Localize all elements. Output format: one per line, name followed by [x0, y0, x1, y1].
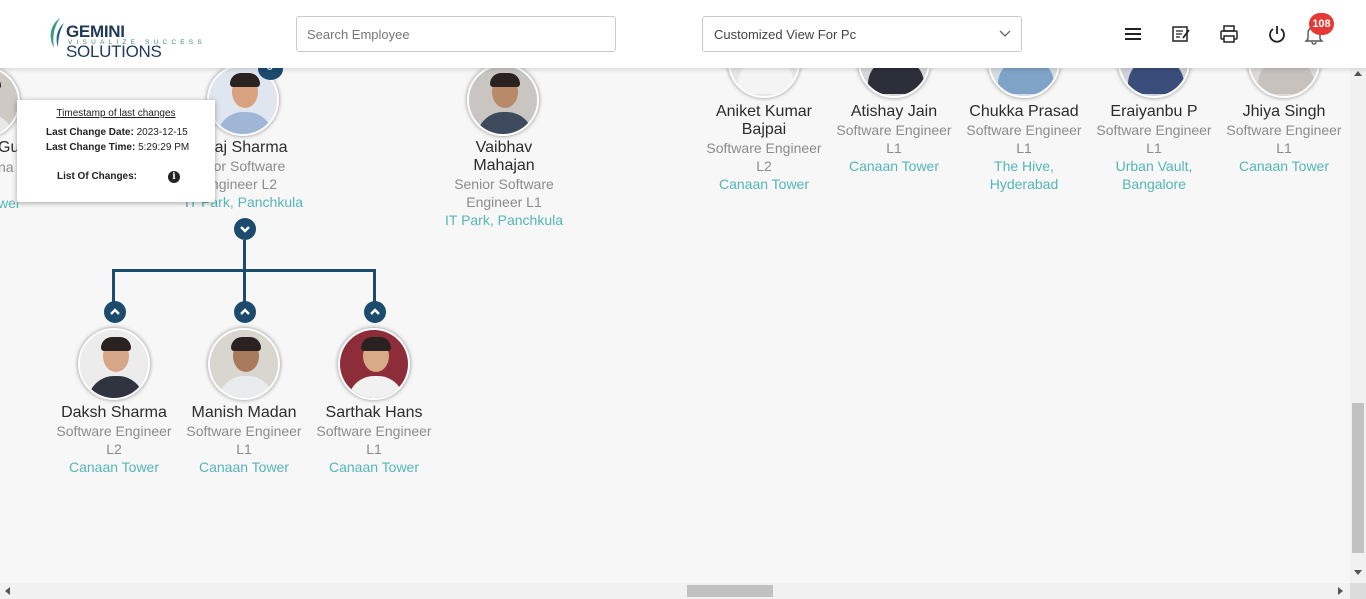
employee-name: Vaibhav — [475, 139, 533, 156]
connector-line — [112, 269, 115, 303]
avatar[interactable] — [78, 328, 150, 400]
employee-title: Software Engineer — [836, 122, 952, 138]
employee-card[interactable]: Vaibhav Mahajan Senior Software Engineer… — [434, 139, 574, 229]
employee-name: Aniket Kumar — [715, 103, 813, 120]
expand-toggle[interactable] — [364, 301, 386, 323]
employee-name: Daksh Sharma — [61, 404, 167, 421]
partial-employee-title: na — [0, 159, 14, 175]
employee-card[interactable]: Chukka Prasad Software Engineer L1 The H… — [954, 103, 1094, 193]
employee-title: L1 — [366, 441, 382, 457]
employee-location: IT Park, Panchkula — [444, 212, 564, 228]
print-icon[interactable] — [1217, 22, 1241, 46]
vertical-scrollbar[interactable] — [1350, 68, 1366, 583]
menu-icon[interactable] — [1121, 22, 1145, 46]
employee-title: Software Engineer — [1096, 122, 1212, 138]
employee-location: Canaan Tower — [198, 459, 290, 475]
info-icon[interactable]: i — [168, 171, 180, 183]
notes-icon[interactable] — [1169, 22, 1193, 46]
tooltip-title: Timestamp of last changes — [56, 108, 176, 119]
employee-name: Jhiya Singh — [1242, 103, 1326, 120]
chevron-up-icon — [240, 308, 250, 315]
employee-title: Senior Software — [454, 176, 554, 192]
employee-title: L1 — [1276, 140, 1292, 156]
employee-title: L1 — [1146, 140, 1162, 156]
avatar[interactable] — [338, 328, 410, 400]
employee-name: Chukka Prasad — [969, 103, 1079, 120]
employee-name: Mahajan — [473, 157, 535, 174]
employee-name: Manish Madan — [191, 404, 297, 421]
view-select[interactable]: Customized View For Pc — [702, 16, 1022, 52]
chevron-down-icon — [999, 30, 1011, 37]
scroll-right-icon[interactable] — [1338, 587, 1344, 595]
employee-title: Software Engineer — [706, 140, 822, 156]
logo-tagline: VISUALIZE SUCCESS — [68, 39, 206, 46]
scroll-down-icon[interactable] — [1354, 570, 1362, 576]
avatar[interactable] — [858, 68, 930, 98]
chevron-up-icon — [110, 308, 120, 315]
horizontal-scroll-thumb[interactable] — [687, 585, 773, 597]
connector-line — [373, 269, 376, 303]
avatar[interactable] — [1118, 68, 1190, 98]
top-header: GEMINI SOLUTIONS VISUALIZE SUCCESS Custo… — [0, 0, 1366, 68]
employee-location: Bangalore — [1122, 176, 1186, 192]
vertical-scroll-thumb[interactable] — [1352, 403, 1364, 553]
expand-toggle[interactable] — [234, 301, 256, 323]
scroll-up-icon[interactable] — [1354, 70, 1362, 76]
employee-title: Software Engineer — [186, 423, 302, 439]
employee-card[interactable]: Manish Madan Software Engineer L1 Canaan… — [174, 404, 314, 476]
employee-title: Engineer L1 — [466, 194, 542, 210]
employee-name: Bajpai — [741, 121, 787, 138]
leaf-logo-icon — [50, 18, 64, 48]
employee-name: Eraiyanbu P — [1110, 103, 1198, 120]
expand-toggle[interactable] — [104, 301, 126, 323]
employee-title: Software Engineer — [966, 122, 1082, 138]
chevron-up-icon — [370, 308, 380, 315]
avatar[interactable] — [208, 328, 280, 400]
notification-badge: 108 — [1309, 13, 1334, 35]
list-of-changes-label: List Of Changes: — [57, 171, 138, 182]
scrollbar-corner — [1350, 583, 1366, 599]
connector-line — [243, 269, 246, 303]
employee-title: Software Engineer — [1226, 122, 1342, 138]
employee-title: Software Engineer — [316, 423, 432, 439]
employee-location: Canaan Tower — [718, 176, 810, 192]
chevron-down-icon — [240, 226, 250, 233]
avatar[interactable] — [467, 68, 539, 136]
employee-location: Canaan Tower — [848, 158, 940, 174]
gemini-logo[interactable]: GEMINI SOLUTIONS VISUALIZE SUCCESS — [46, 17, 216, 61]
horizontal-scrollbar[interactable] — [0, 583, 1350, 599]
employee-card[interactable]: Sarthak Hans Software Engineer L1 Canaan… — [304, 404, 444, 476]
collapse-toggle[interactable] — [234, 218, 256, 240]
avatar[interactable] — [728, 68, 800, 98]
connector-line — [243, 240, 246, 271]
employee-title: Software Engineer — [56, 423, 172, 439]
employee-title: L1 — [1016, 140, 1032, 156]
employee-name: Atishay Jain — [850, 103, 938, 120]
last-change-date: Last Change Date: 2023-12-15 — [46, 127, 188, 138]
employee-location: Canaan Tower — [328, 459, 420, 475]
employee-title: L1 — [236, 441, 252, 457]
employee-title: L2 — [756, 158, 772, 174]
avatar[interactable] — [1248, 68, 1320, 98]
view-select-value: Customized View For Pc — [714, 27, 857, 42]
employee-card[interactable]: Aniket Kumar Bajpai Software Engineer L2… — [694, 103, 834, 193]
employee-location: Canaan Tower — [68, 459, 160, 475]
employee-location: The Hive, — [994, 158, 1054, 174]
employee-location: Urban Vault, — [1115, 158, 1193, 174]
employee-title: L2 — [106, 441, 122, 457]
employee-card[interactable]: Atishay Jain Software Engineer L1 Canaan… — [824, 103, 964, 175]
last-change-tooltip: Timestamp of last changes Last Change Da… — [17, 100, 215, 202]
power-icon[interactable] — [1265, 22, 1289, 46]
last-change-time: Last Change Time: 5:29:29 PM — [46, 142, 190, 153]
employee-card[interactable]: Daksh Sharma Software Engineer L2 Canaan… — [44, 404, 184, 476]
scroll-left-icon[interactable] — [4, 587, 10, 595]
employee-location: Canaan Tower — [1238, 158, 1330, 174]
search-employee-input[interactable] — [296, 16, 616, 52]
employee-location: Hyderabad — [989, 176, 1059, 192]
employee-card[interactable]: Jhiya Singh Software Engineer L1 Canaan … — [1214, 103, 1350, 175]
employee-name: Sarthak Hans — [325, 404, 423, 421]
employee-card[interactable]: Eraiyanbu P Software Engineer L1 Urban V… — [1084, 103, 1224, 193]
employee-title: L1 — [886, 140, 902, 156]
avatar[interactable] — [988, 68, 1060, 98]
